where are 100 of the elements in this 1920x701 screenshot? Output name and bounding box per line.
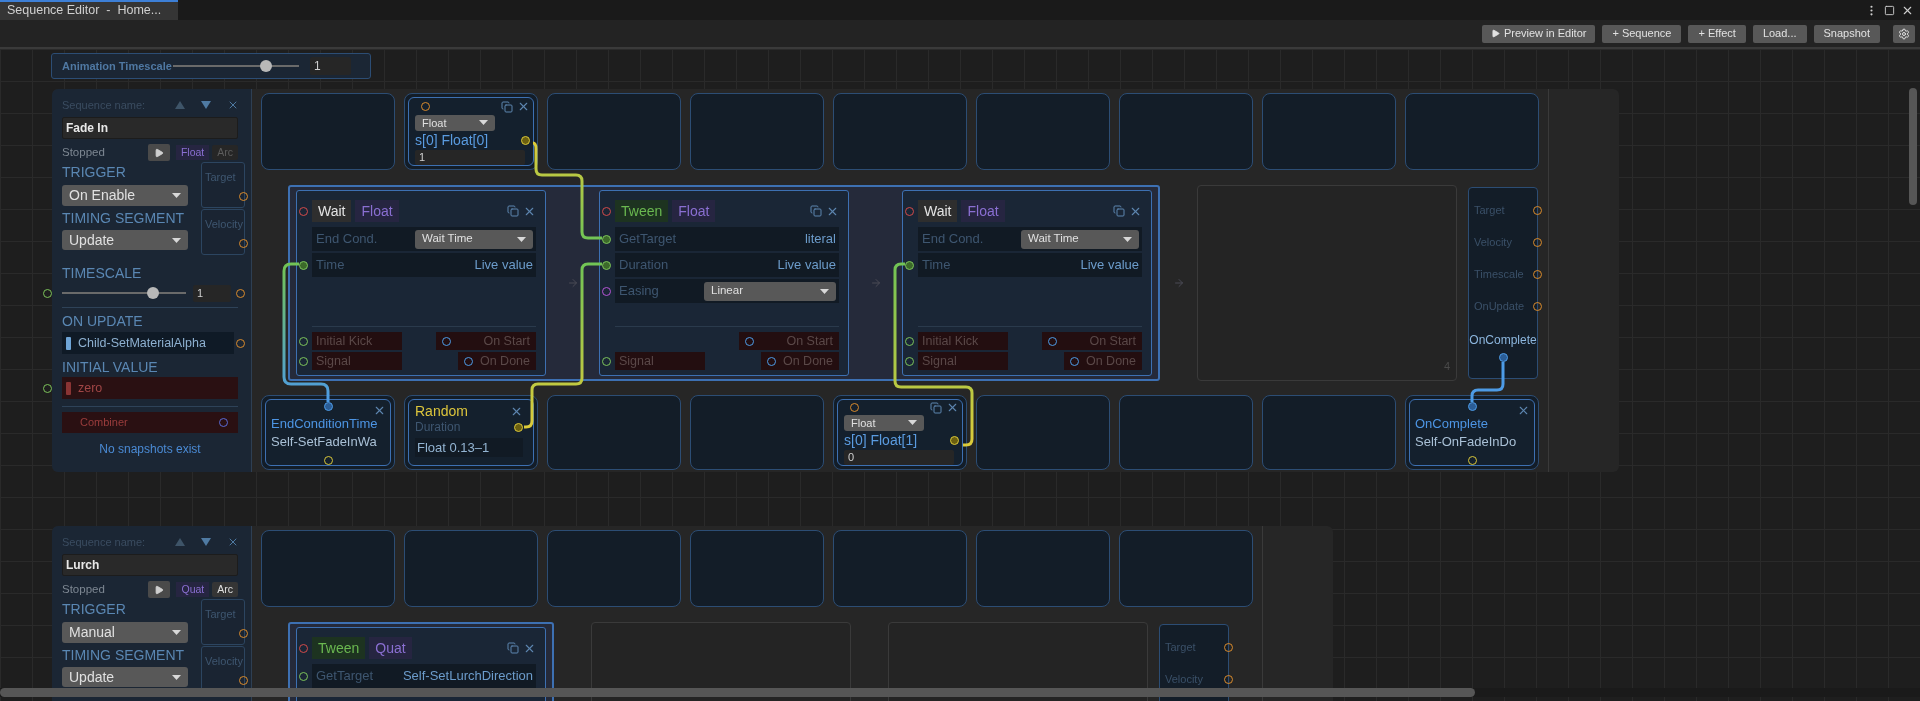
copy-icon[interactable] <box>930 401 942 414</box>
value-node[interactable]: Float s[0] Float[1] 0 <box>837 399 963 466</box>
combiner-label: Combiner <box>80 415 128 431</box>
settings-button[interactable] <box>1893 24 1915 43</box>
caret-icon <box>172 630 181 635</box>
output-label: On Start <box>483 332 530 350</box>
editor-tab[interactable]: Sequence Editor - Home... <box>0 0 178 20</box>
callback-marker-icon <box>66 336 71 350</box>
node-title: Random <box>415 402 468 421</box>
caret-icon <box>479 120 488 126</box>
property-value: Live value <box>474 256 533 275</box>
play-icon <box>1490 29 1500 38</box>
dropdown[interactable]: Update <box>62 230 188 250</box>
name-field[interactable]: Fade In <box>62 117 238 139</box>
input-label: Signal <box>918 352 1008 370</box>
step-card[interactable]: Wait Float End Cond. Wait Time Time Live value Initial Kick Signal On Start On Done <box>296 190 546 376</box>
slider-thumb[interactable] <box>260 60 273 72</box>
type-tag: Quat <box>176 582 210 597</box>
dropdown[interactable]: Float <box>415 114 495 131</box>
output-label: On Start <box>786 332 833 350</box>
value-node[interactable]: Float s[0] Float[0] 1 <box>408 97 534 166</box>
input-label: Signal <box>615 352 705 370</box>
property-label: Time <box>922 256 951 275</box>
connection-wire <box>1470 362 1505 402</box>
copy-icon[interactable] <box>507 205 519 217</box>
dropdown[interactable]: Update <box>62 667 188 687</box>
property-label: End Cond. <box>316 230 378 249</box>
caret-icon <box>172 237 181 243</box>
copy-icon[interactable] <box>810 205 822 217</box>
step-card[interactable]: Tween Float GetTarget literal Duration Live value Easing Linear Signal On Start On Done <box>599 190 849 376</box>
output-label: Target <box>1165 639 1196 655</box>
value-type-tag: Float <box>355 200 399 222</box>
copy-icon[interactable] <box>507 642 519 654</box>
node-value: Self-SetFadeInWa <box>271 433 378 451</box>
property-value: literal <box>804 230 836 249</box>
binding-node[interactable]: EndConditionTime Self-SetFadeInWa <box>265 399 391 466</box>
dropdown[interactable]: Linear <box>704 281 836 301</box>
type-tag: Float <box>175 145 210 160</box>
output-label: Velocity <box>1474 234 1512 250</box>
slider[interactable] <box>62 286 186 300</box>
number-field[interactable]: 1 <box>310 57 351 75</box>
property-label: End Cond. <box>922 230 984 249</box>
step-card[interactable]: Wait Float End Cond. Wait Time Time Live value Initial Kick Signal On Start On Done <box>902 190 1152 376</box>
arc-toggle[interactable]: Arc <box>212 582 238 597</box>
dropdown[interactable]: On Enable <box>62 185 188 206</box>
down-triangle-icon[interactable] <box>201 101 211 109</box>
port-label: Target <box>204 607 236 622</box>
value-field[interactable]: 1 <box>415 150 525 165</box>
value-type-tag: Float <box>961 200 1005 222</box>
section-label: TIMESCALE <box>62 265 143 282</box>
binding-node[interactable]: OnComplete Self-OnFadeInDo <box>1409 399 1535 466</box>
property-label: Easing <box>619 282 659 301</box>
node-title: EndConditionTime <box>271 415 379 432</box>
number-field[interactable]: 1 <box>193 284 231 302</box>
settings-icon <box>1898 27 1910 40</box>
output-label: OnUpdate <box>1474 298 1525 314</box>
section-label: ON UPDATE <box>62 313 144 330</box>
random-node[interactable]: Random Duration Float 0.13–1 <box>408 399 534 466</box>
toolbar-button[interactable]: Load... <box>1752 24 1807 43</box>
property-label: Duration <box>619 256 669 275</box>
toolbar-button[interactable]: + Effect <box>1688 24 1746 43</box>
port-label: Target <box>204 170 236 185</box>
callback-field[interactable]: Child-SetMaterialAlpha <box>62 332 234 354</box>
output-label: Velocity <box>1165 671 1203 687</box>
vertical-scrollbar[interactable] <box>1909 88 1917 205</box>
section-label: TIMING SEGMENT <box>62 647 186 664</box>
section-label: INITIAL VALUE <box>62 359 159 376</box>
play-icon <box>153 147 164 158</box>
empty-message: No snapshots exist <box>98 441 202 458</box>
name-field[interactable]: Lurch <box>62 554 238 576</box>
output-label: On Start <box>1089 332 1136 350</box>
value-field[interactable]: 0 <box>844 450 954 465</box>
dropdown[interactable]: Wait Time <box>415 229 533 249</box>
output-label: On Done <box>782 352 833 370</box>
horizontal-scrollbar[interactable] <box>0 688 1475 697</box>
output-label: Timescale <box>1474 266 1524 282</box>
slider[interactable] <box>173 59 299 73</box>
callback-name: Child-SetMaterialAlpha <box>78 334 206 352</box>
maximize-icon[interactable] <box>1884 4 1895 16</box>
copy-icon[interactable] <box>501 100 513 113</box>
toolbar-button[interactable]: Snapshot <box>1813 24 1880 43</box>
down-triangle-icon[interactable] <box>201 538 211 546</box>
caret-icon <box>172 193 181 198</box>
dropdown[interactable]: Wait Time <box>1021 229 1139 249</box>
section-label: TIMING SEGMENT <box>62 210 186 227</box>
caret-icon <box>172 674 181 680</box>
node-canvas[interactable] <box>0 49 1920 701</box>
toolbar-button[interactable]: + Sequence <box>1602 24 1682 43</box>
dropdown[interactable]: Float <box>844 414 924 431</box>
play-button[interactable] <box>147 144 170 161</box>
slider-thumb[interactable] <box>146 287 159 299</box>
dropdown[interactable]: Manual <box>62 622 188 643</box>
input-label: Initial Kick <box>918 332 1008 350</box>
status-label: Stopped <box>62 144 106 160</box>
toolbar-button[interactable]: Preview in Editor <box>1481 24 1596 43</box>
section-label: TRIGGER <box>62 601 127 618</box>
copy-icon[interactable] <box>1113 205 1125 217</box>
play-icon <box>154 584 165 595</box>
property-label: Time <box>316 256 345 275</box>
play-button[interactable] <box>148 581 171 598</box>
